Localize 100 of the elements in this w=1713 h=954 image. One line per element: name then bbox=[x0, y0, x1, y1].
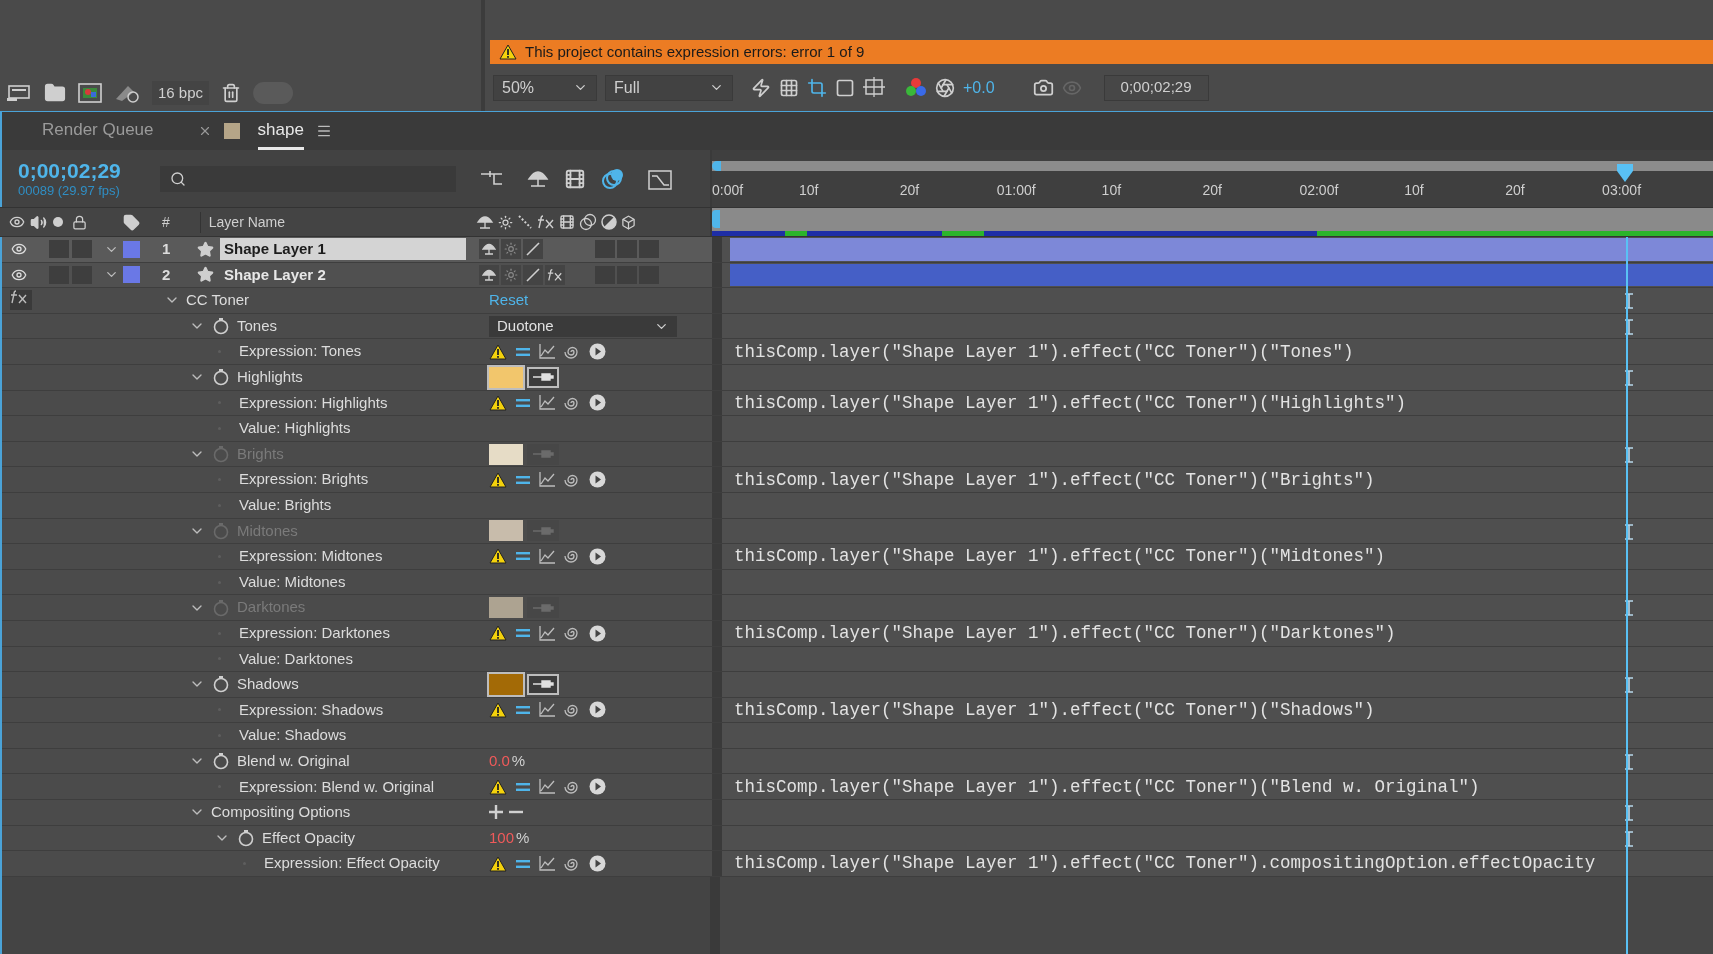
property-row[interactable]: Value: Shadows bbox=[2, 723, 712, 748]
stopwatch-icon[interactable] bbox=[237, 828, 255, 847]
equals-icon[interactable] bbox=[516, 474, 530, 485]
color-swatch[interactable] bbox=[489, 443, 523, 465]
layer-name[interactable]: Shape Layer 1 bbox=[220, 238, 466, 261]
new-folder-icon[interactable] bbox=[44, 82, 66, 104]
equals-icon[interactable] bbox=[516, 628, 530, 639]
stopwatch-icon[interactable] bbox=[212, 317, 230, 336]
expression-code[interactable]: thisComp.layer("Shape Layer 1").effect("CC Toner").compositingOption.effectOpacity bbox=[734, 851, 1596, 876]
graph-editor-icon[interactable] bbox=[648, 167, 672, 190]
new-composition-icon[interactable] bbox=[78, 83, 102, 103]
current-time[interactable]: 0;00;02;29 bbox=[18, 160, 160, 181]
frame-blending-icon[interactable] bbox=[564, 167, 586, 190]
property-row[interactable]: Highlights bbox=[2, 364, 712, 390]
fast-preview-icon[interactable] bbox=[751, 77, 771, 98]
solo-switch[interactable] bbox=[72, 240, 92, 259]
motion-blur-icon[interactable] bbox=[600, 166, 626, 191]
collapse-switch-icon[interactable] bbox=[501, 264, 521, 285]
guides-icon[interactable] bbox=[863, 76, 885, 99]
reset-link[interactable]: Reset bbox=[489, 289, 529, 312]
graph-icon[interactable] bbox=[539, 625, 555, 641]
property-row[interactable]: Value: Midtones bbox=[2, 569, 712, 595]
layer-name[interactable]: Shape Layer 2 bbox=[220, 263, 466, 286]
property-row[interactable]: Shadows bbox=[2, 672, 712, 697]
layer-row[interactable]: 2 Shape Layer 2 bbox=[2, 262, 712, 288]
search-field[interactable] bbox=[160, 165, 456, 192]
property-row[interactable]: Expression: Brights bbox=[2, 467, 712, 492]
spiral-icon[interactable] bbox=[564, 625, 580, 642]
play-icon[interactable] bbox=[589, 778, 606, 796]
color-swatch[interactable] bbox=[489, 597, 523, 619]
expression-code[interactable]: thisComp.layer("Shape Layer 1").effect("CC Toner")("Blend w. Original") bbox=[734, 774, 1480, 800]
property-row[interactable]: Value: Highlights bbox=[2, 416, 712, 441]
equals-icon[interactable] bbox=[516, 781, 530, 792]
snapshot-icon[interactable] bbox=[1032, 77, 1054, 98]
transparency-grid-icon[interactable] bbox=[779, 77, 799, 98]
property-row[interactable]: Expression: Highlights bbox=[2, 390, 712, 416]
exposure-value[interactable]: +0.0 bbox=[963, 75, 995, 100]
bit-depth-button[interactable]: 16 bpc bbox=[152, 81, 210, 105]
play-icon[interactable] bbox=[589, 394, 606, 412]
expression-code[interactable]: thisComp.layer("Shape Layer 1").effect("CC Toner")("Midtones") bbox=[734, 544, 1386, 569]
equals-icon[interactable] bbox=[516, 858, 530, 869]
eyedropper-button[interactable] bbox=[527, 673, 559, 695]
property-row[interactable]: Tones Duotone bbox=[2, 313, 712, 339]
property-row[interactable]: Expression: Midtones bbox=[2, 544, 712, 569]
color-swatch[interactable] bbox=[489, 520, 523, 542]
exposure-reset-icon[interactable] bbox=[935, 77, 955, 98]
motion-blur-switch[interactable] bbox=[617, 240, 637, 259]
equals-icon[interactable] bbox=[516, 551, 530, 562]
delete-icon[interactable] bbox=[221, 83, 242, 103]
eyedropper-button[interactable] bbox=[527, 366, 559, 388]
expression-code[interactable]: thisComp.layer("Shape Layer 1").effect("CC Toner")("Shadows") bbox=[734, 697, 1375, 723]
play-icon[interactable] bbox=[589, 343, 606, 361]
label-color-swatch[interactable] bbox=[123, 266, 140, 284]
property-row[interactable]: Expression: Darktones bbox=[2, 620, 712, 646]
collapse-switch-icon[interactable] bbox=[501, 239, 521, 260]
graph-icon[interactable] bbox=[539, 344, 555, 360]
play-icon[interactable] bbox=[589, 855, 606, 873]
play-icon[interactable] bbox=[589, 547, 606, 565]
quality-switch-icon[interactable] bbox=[523, 264, 543, 285]
play-icon[interactable] bbox=[589, 624, 606, 642]
property-row[interactable]: Expression: Blend w. Original bbox=[2, 774, 712, 800]
property-row[interactable]: Value: Darktones bbox=[2, 646, 712, 672]
audio-switch[interactable] bbox=[49, 240, 69, 259]
property-row[interactable]: CC Toner Reset bbox=[2, 288, 712, 313]
fx-switch-icon[interactable] bbox=[545, 264, 565, 285]
property-row[interactable]: Compositing Options bbox=[2, 800, 712, 825]
property-row[interactable]: Blend w. Original 0.0% bbox=[2, 748, 712, 774]
viewer-timecode[interactable]: 0;00;02;29 bbox=[1103, 74, 1209, 101]
adjustment-switch[interactable] bbox=[639, 240, 659, 259]
graph-icon[interactable] bbox=[539, 395, 555, 411]
graph-icon[interactable] bbox=[539, 856, 555, 872]
property-row[interactable]: Value: Brights bbox=[2, 492, 712, 518]
panel-tab[interactable]: Render Queue bbox=[42, 112, 154, 150]
property-row[interactable]: Effect Opacity 100% bbox=[2, 825, 712, 851]
color-channels-icon[interactable] bbox=[905, 76, 927, 99]
shy-layers-icon[interactable] bbox=[526, 168, 550, 189]
property-row[interactable]: Expression: Tones bbox=[2, 339, 712, 364]
menu-icon[interactable] bbox=[315, 123, 332, 139]
label-color-swatch[interactable] bbox=[123, 240, 140, 258]
equals-icon[interactable] bbox=[516, 397, 530, 408]
shy-switch-icon[interactable] bbox=[479, 239, 499, 260]
layer-row[interactable]: 1 Shape Layer 1 bbox=[2, 237, 712, 262]
playhead-handle[interactable] bbox=[1616, 163, 1634, 183]
expression-code[interactable]: thisComp.layer("Shape Layer 1").effect("CC Toner")("Highlights") bbox=[734, 390, 1407, 416]
quality-switch-icon[interactable] bbox=[523, 239, 543, 260]
stopwatch-icon[interactable] bbox=[212, 368, 230, 387]
resolution-dropdown[interactable]: Full bbox=[605, 74, 733, 101]
property-row[interactable]: Expression: Shadows bbox=[2, 697, 712, 723]
equals-icon[interactable] bbox=[516, 705, 530, 715]
equals-icon[interactable] bbox=[516, 346, 530, 357]
spiral-icon[interactable] bbox=[564, 548, 580, 565]
expression-error-banner[interactable]: This project contains expression errors: error 1 of 9 bbox=[490, 40, 1713, 64]
graph-icon[interactable] bbox=[539, 779, 555, 795]
expression-code[interactable]: thisComp.layer("Shape Layer 1").effect("CC Toner")("Brights") bbox=[734, 467, 1375, 492]
property-row[interactable]: Expression: Effect Opacity bbox=[2, 851, 712, 876]
graph-icon[interactable] bbox=[539, 472, 555, 488]
color-swatch[interactable] bbox=[489, 366, 523, 388]
stopwatch-icon[interactable] bbox=[212, 752, 230, 771]
graph-icon[interactable] bbox=[539, 702, 555, 718]
spiral-icon[interactable] bbox=[564, 702, 580, 718]
